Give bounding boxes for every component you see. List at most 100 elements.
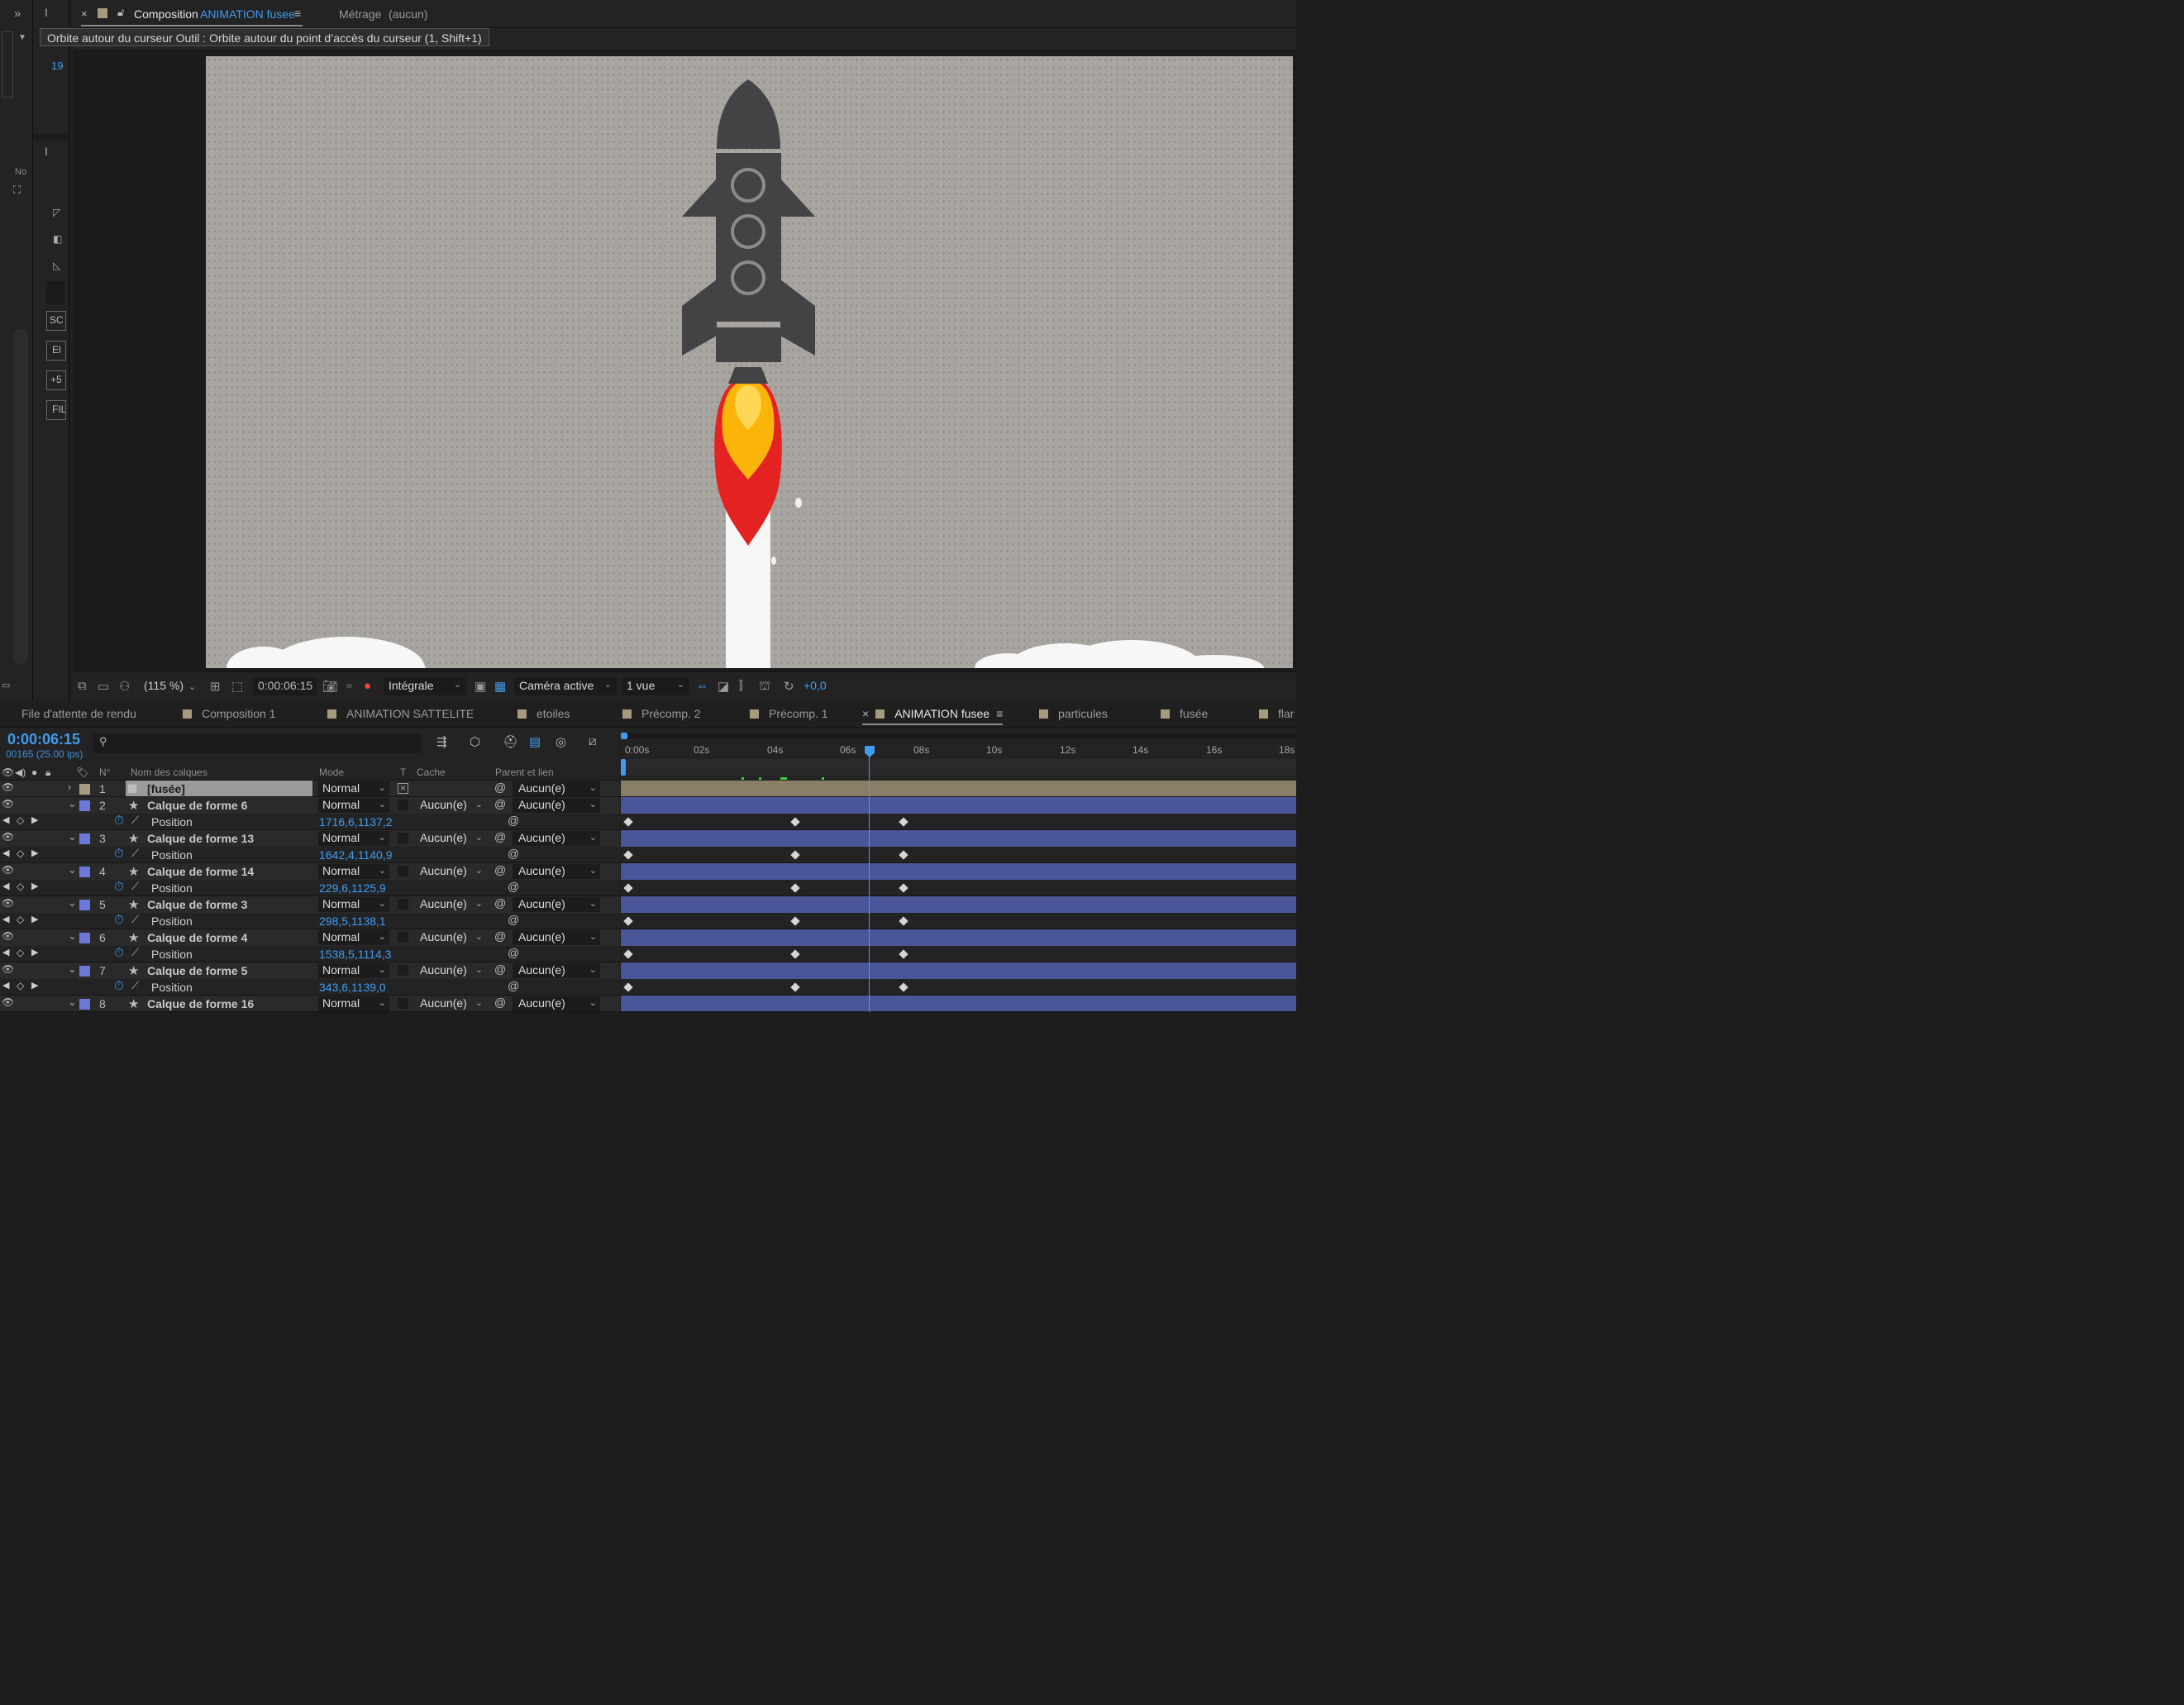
comp-flowchart-icon[interactable]: ⇶ — [436, 734, 447, 749]
previous-keyframe-icon[interactable]: ◀ — [2, 947, 9, 958]
layer-label-color[interactable] — [79, 784, 90, 795]
keyframe[interactable] — [790, 949, 800, 959]
scrollbar[interactable] — [13, 329, 28, 664]
pickwhip-icon[interactable]: @ — [494, 962, 506, 976]
layer-row[interactable]: 👁︎ ⌄ 7 ★ Calque de forme 5 Normal ⌄ Aucun(e) ⌄ @ A… — [0, 962, 620, 979]
resolution-dropdown[interactable]: Intégrale ⌄ — [384, 677, 466, 695]
pickwhip-icon[interactable]: @ — [494, 797, 506, 810]
layer-duration-bar[interactable] — [621, 863, 1296, 880]
always-preview-icon[interactable]: ⧉ — [78, 679, 87, 693]
property-row[interactable]: ◀ ◇ ▶ ⏱︎ ⟋ Position 1538,5,1114,3 @ — [0, 946, 620, 962]
close-icon[interactable]: × — [81, 7, 88, 20]
stopwatch-icon[interactable]: ⏱︎ — [114, 880, 124, 894]
toggle-pixel-aspect-icon[interactable]: ⇔ — [696, 679, 708, 693]
visibility-eye-icon[interactable]: 👁︎ — [2, 781, 14, 793]
header-number[interactable]: N° — [99, 767, 110, 778]
track-matte-dropdown[interactable]: Aucun(e) ⌄ — [413, 996, 486, 1011]
stopwatch-icon[interactable]: ⏱︎ — [114, 913, 124, 927]
tab-composition-1[interactable]: Composition 1 — [183, 707, 276, 720]
grid-icon[interactable]: ⊞ — [210, 679, 221, 694]
property-row[interactable]: ◀ ◇ ▶ ⏱︎ ⟋ Position 343,6,1139,0 @ — [0, 979, 620, 996]
keyframe[interactable] — [790, 850, 800, 860]
layer-name[interactable]: [fusée] — [147, 782, 185, 795]
color-channels-icon[interactable]: ● — [364, 679, 371, 693]
keyframe-track[interactable] — [621, 913, 1296, 929]
draft-3d-icon[interactable]: ⬡ — [470, 734, 480, 749]
exposure-value[interactable]: +0,0 — [804, 679, 827, 692]
timeline-timecode[interactable]: 0:00:06:15 — [7, 731, 80, 748]
layer-label-color[interactable] — [79, 833, 90, 844]
property-row[interactable]: ◀ ◇ ▶ ⏱︎ ⟋ Position 1642,4,1140,9 @ — [0, 847, 620, 863]
visibility-eye-icon[interactable]: 👁︎ — [2, 930, 14, 942]
transparency-grid-icon[interactable]: ▦ — [494, 679, 506, 694]
layer-duration-bar[interactable] — [621, 962, 1296, 979]
track-matte-dropdown[interactable]: Aucun(e) ⌄ — [413, 897, 486, 912]
shy-layers-icon[interactable]: ⛑ — [503, 734, 518, 749]
track-matte-dropdown[interactable]: Aucun(e) ⌄ — [413, 864, 486, 879]
layer-duration-bar[interactable] — [621, 830, 1296, 847]
panel-menu-icon[interactable]: ▭ — [2, 680, 10, 690]
blend-mode-dropdown[interactable]: Normal ⌄ — [318, 798, 389, 813]
layer-duration-bar[interactable] — [621, 896, 1296, 913]
keyframe-track[interactable] — [621, 880, 1296, 896]
keyframe-track[interactable] — [621, 979, 1296, 996]
color-well[interactable] — [46, 281, 64, 304]
keyframe[interactable] — [790, 982, 800, 992]
pickwhip-icon[interactable]: @ — [494, 781, 506, 794]
tab-animation-fusee[interactable]: × ANIMATION fusee ≡ — [862, 707, 1003, 720]
previous-keyframe-icon[interactable]: ◀ — [2, 881, 9, 891]
sc-button[interactable]: SC — [46, 311, 66, 331]
tab-precomp-1[interactable]: Précomp. 1 — [750, 707, 828, 720]
current-time-field[interactable]: 0:00:06:15 — [253, 677, 318, 695]
views-dropdown[interactable]: 1 vue ⌄ — [622, 677, 689, 695]
pickwhip-icon[interactable]: @ — [508, 913, 519, 926]
parent-dropdown[interactable]: Aucun(e) ⌄ — [513, 798, 600, 813]
panel-menu-icon[interactable]: ≡ — [996, 707, 1003, 720]
align-middle-icon[interactable]: ◧ — [53, 233, 62, 245]
tab-render-queue[interactable]: File d'attente de rendu — [21, 707, 136, 720]
add-keyframe-icon[interactable]: ◇ — [17, 881, 24, 892]
property-value[interactable]: 343,6,1139,0 — [319, 981, 386, 994]
stopwatch-icon[interactable]: ⏱︎ — [114, 847, 124, 861]
parent-dropdown[interactable]: Aucun(e) ⌄ — [513, 864, 600, 879]
layer-search-input[interactable]: ⚲ — [93, 733, 422, 753]
tab-fusee[interactable]: fusée — [1161, 707, 1208, 720]
expand-panels-icon[interactable]: » — [14, 7, 21, 21]
layer-label-color[interactable] — [79, 867, 90, 877]
layer-duration-bar[interactable] — [621, 996, 1296, 1012]
motion-blur-icon[interactable]: ◎ — [556, 734, 566, 749]
chevron-down-icon[interactable]: ⌄ — [68, 929, 77, 943]
preserve-transparency-box[interactable] — [398, 965, 408, 976]
blend-mode-dropdown[interactable]: Normal ⌄ — [318, 930, 389, 945]
layer-name[interactable]: Calque de forme 16 — [147, 997, 254, 1010]
composition-tab-prefix[interactable]: Composition — [134, 7, 198, 21]
blend-mode-dropdown[interactable]: Normal ⌄ — [318, 864, 389, 879]
collapse-transform-icon[interactable]: ✕ — [398, 783, 408, 794]
graph-icon[interactable]: ⟋ — [131, 913, 139, 926]
next-keyframe-icon[interactable]: ▶ — [31, 848, 38, 858]
pickwhip-icon[interactable]: @ — [508, 880, 519, 893]
tool-icon-2[interactable]: ⵏ — [45, 146, 48, 159]
graph-icon[interactable]: ⟋ — [131, 847, 139, 860]
keyframe[interactable] — [899, 817, 908, 827]
chevron-down-icon[interactable]: ⌄ — [68, 797, 77, 810]
header-cache[interactable]: Cache — [417, 767, 446, 778]
audio-column-icon[interactable]: ◀) — [15, 767, 26, 778]
footage-tab[interactable]: Métrage — [339, 7, 381, 21]
keyframe-track[interactable] — [621, 946, 1296, 962]
layer-row[interactable]: 👁︎ ⌄ 3 ★ Calque de forme 13 Normal ⌄ Aucun(e) ⌄ @… — [0, 830, 620, 847]
composition-tab-name[interactable]: ANIMATION fusee — [200, 7, 295, 21]
previous-keyframe-icon[interactable]: ◀ — [2, 814, 9, 825]
layer-label-color[interactable] — [79, 933, 90, 943]
layer-name[interactable]: Calque de forme 14 — [147, 865, 254, 878]
parent-dropdown[interactable]: Aucun(e) ⌄ — [513, 781, 600, 796]
layer-row[interactable]: 👁︎ ⌄ 4 ★ Calque de forme 14 Normal ⌄ Aucun(e) ⌄ @… — [0, 863, 620, 880]
work-area-handle[interactable] — [621, 759, 626, 776]
reset-exposure-icon[interactable]: ↻ — [784, 679, 794, 694]
layer-name[interactable]: Calque de forme 6 — [147, 799, 247, 812]
property-value[interactable]: 1716,6,1137,2 — [319, 815, 393, 829]
keyframe[interactable] — [623, 949, 633, 959]
parent-dropdown[interactable]: Aucun(e) ⌄ — [513, 996, 600, 1011]
visibility-eye-icon[interactable]: 👁︎ — [2, 963, 14, 975]
next-keyframe-icon[interactable]: ▶ — [31, 980, 38, 991]
